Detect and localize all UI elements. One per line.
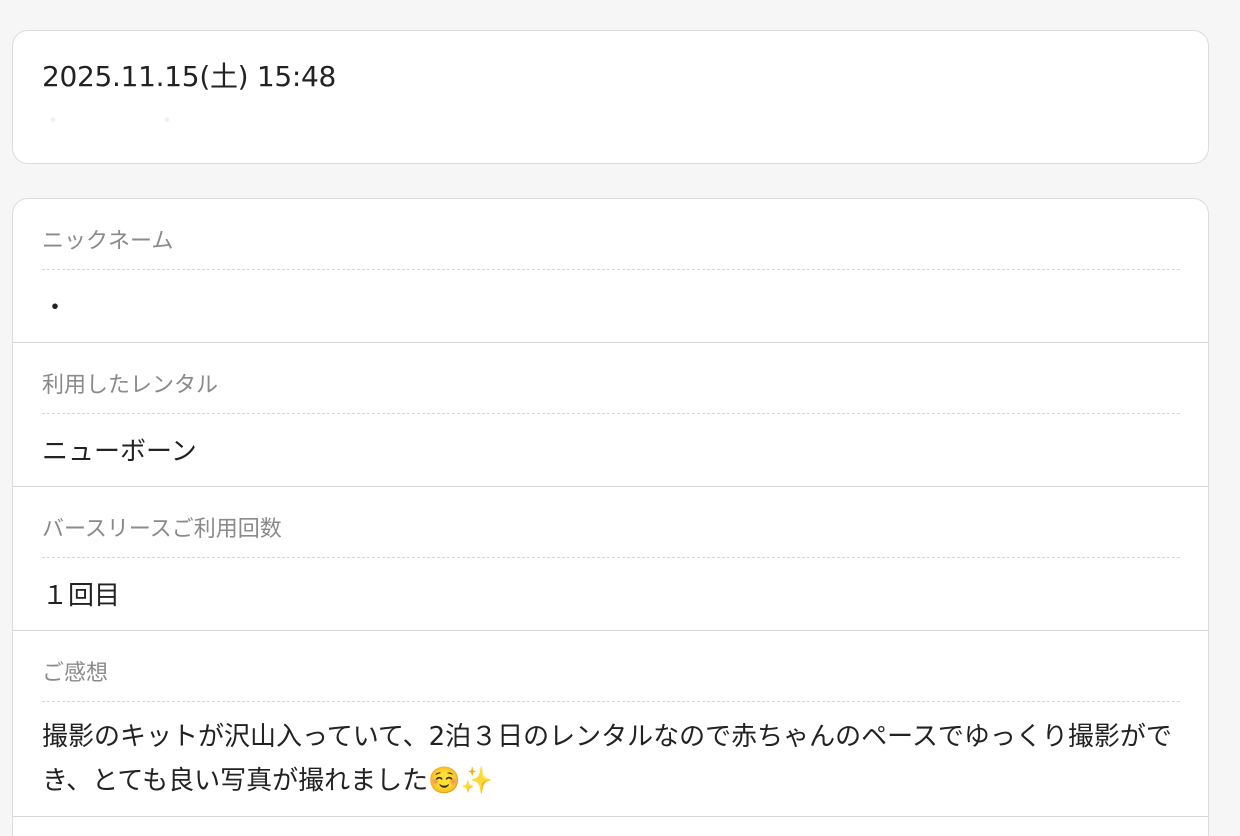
field-value-impressions: 撮影のキットが沢山入っていて、2泊３日のレンタルなので赤ちゃんのペースでゆっくり… <box>42 722 1172 796</box>
dashed-divider <box>42 701 1180 702</box>
review-page: 2025.11.15(土) 15:48 ・ ・ ニックネーム ・ 利用したレンタ… <box>0 0 1240 836</box>
dashed-divider <box>42 413 1180 414</box>
field-impressions: ご感想 撮影のキットが沢山入っていて、2泊３日のレンタルなので赤ちゃんのペースで… <box>13 631 1208 817</box>
field-nickname: ニックネーム ・ <box>13 199 1208 343</box>
faint-placeholder-row: ・ ・ <box>42 103 178 135</box>
field-label-impressions: ご感想 <box>42 661 109 686</box>
field-value-usage-count: １回目 <box>42 581 121 611</box>
field-usage-count: バースリースご利用回数 １回目 <box>13 487 1208 631</box>
field-label-nickname: ニックネーム <box>42 229 174 254</box>
field-label-rental-used: 利用したレンタル <box>42 373 219 398</box>
field-value-rental-used: ニューボーン <box>42 437 197 467</box>
field-rental-used: 利用したレンタル ニューボーン <box>13 343 1208 487</box>
faint-placeholder-right: ・ <box>156 109 179 134</box>
field-label-usage-count: バースリースご利用回数 <box>42 517 282 542</box>
review-header-card: 2025.11.15(土) 15:48 ・ ・ <box>12 30 1209 164</box>
faint-placeholder-left: ・ <box>42 109 65 134</box>
post-datetime: 2025.11.15(土) 15:48 <box>42 60 337 93</box>
review-detail-card: ニックネーム ・ 利用したレンタル ニューボーン バースリースご利用回数 １回目… <box>12 198 1209 836</box>
dashed-divider <box>42 557 1180 558</box>
dashed-divider <box>42 269 1180 270</box>
field-value-nickname: ・ <box>42 293 69 323</box>
